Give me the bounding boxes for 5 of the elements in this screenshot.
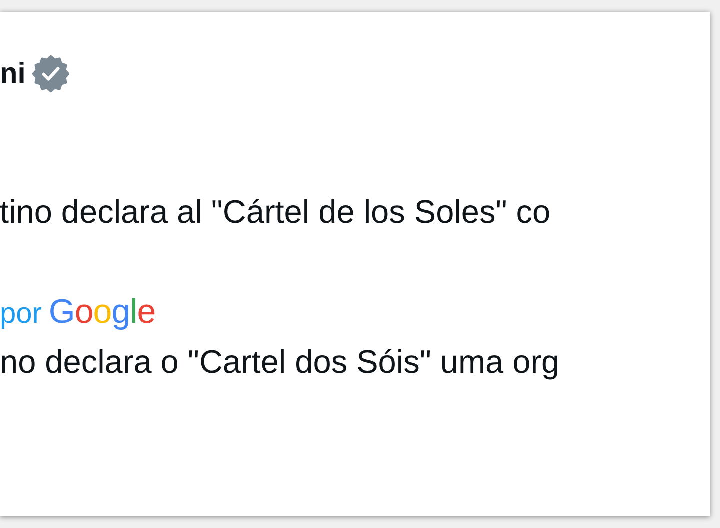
author-name: ni: [0, 58, 26, 90]
translated-text: no declara o "Cartel dos Sóis" uma org: [0, 344, 560, 381]
google-logo: Google: [48, 293, 156, 332]
translated-by-label: por: [0, 298, 42, 331]
tweet-text: tino declara al "Cártel de los Soles" co: [0, 194, 551, 231]
